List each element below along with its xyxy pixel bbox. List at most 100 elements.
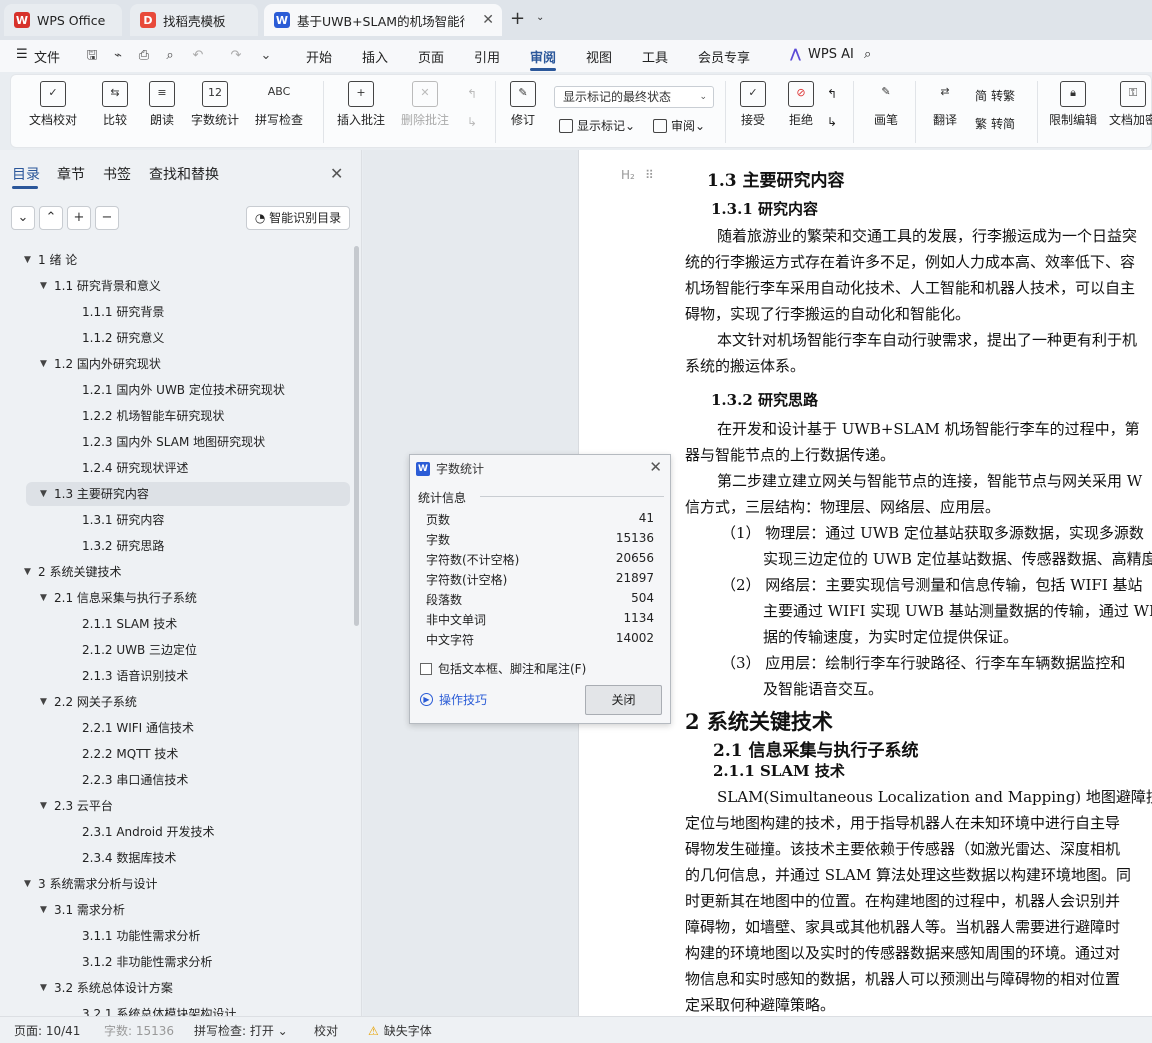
toc-item[interactable]: ▼ 1 绪 论 [24, 248, 350, 272]
remove-heading-button[interactable]: − [95, 206, 119, 230]
toc-item[interactable]: 3.1.1 功能性需求分析 [26, 924, 350, 948]
word-count-button[interactable]: 12 字数统计 [189, 81, 241, 128]
toc-item[interactable]: 1.2.4 研究现状评述 [26, 456, 350, 480]
toc-item[interactable]: ▼ 3 系统需求分析与设计 [24, 872, 350, 896]
insert-comment-button[interactable]: + 插入批注 [335, 81, 387, 128]
encrypt-button[interactable]: ⚿ 文档加密 [1107, 81, 1152, 128]
share-icon[interactable]: ⌁ [110, 48, 126, 64]
toc-item[interactable]: 2.1.1 SLAM 技术 [26, 612, 350, 636]
menu-member[interactable]: 会员专享 [698, 47, 750, 66]
expand-triangle-icon[interactable]: ▼ [24, 248, 31, 272]
hamburger-icon[interactable]: ☰ [16, 47, 28, 62]
menu-file[interactable]: 文件 [34, 47, 60, 66]
undo-icon[interactable]: ↶ [190, 48, 206, 64]
tab-sections[interactable]: 章节 [57, 164, 85, 184]
tab-find-replace[interactable]: 查找和替换 [149, 164, 219, 184]
expand-triangle-icon[interactable]: ▼ [40, 976, 47, 1000]
close-dialog-button[interactable]: 关闭 [585, 685, 662, 715]
include-textbox-checkbox[interactable]: 包括文本框、脚注和尾注(F) [420, 660, 586, 677]
save-icon[interactable]: 🖫 [84, 48, 100, 64]
tab-bookmarks[interactable]: 书签 [103, 164, 131, 184]
delete-comment-button[interactable]: ✕ 删除批注 [395, 81, 455, 128]
close-icon[interactable]: ✕ [649, 458, 662, 476]
proofread-button[interactable]: ✓ 文档校对 [25, 81, 81, 128]
prev-change-icon[interactable]: ↰ [827, 87, 837, 101]
reject-button[interactable]: ⊘ 拒绝 [783, 81, 819, 128]
search-icon[interactable]: ⌕ [864, 47, 871, 62]
collapse-all-button[interactable]: ⌄ [11, 206, 35, 230]
translate-button[interactable]: ⇄ 翻译 [925, 81, 965, 128]
add-heading-button[interactable]: + [67, 206, 91, 230]
toc-item[interactable]: 1.2.3 国内外 SLAM 地图研究现状 [26, 430, 350, 454]
toc-item[interactable]: ▼ 2.3 云平台 [26, 794, 350, 818]
menu-wps-ai[interactable]: WPS AI [808, 47, 854, 62]
expand-triangle-icon[interactable]: ▼ [40, 274, 47, 298]
menu-review[interactable]: 审阅 [530, 47, 556, 66]
compare-button[interactable]: ⇆ 比较 [95, 81, 135, 128]
print-preview-icon[interactable]: ⌕ [162, 48, 178, 64]
menu-page[interactable]: 页面 [418, 47, 444, 66]
read-aloud-button[interactable]: ≡ 朗读 [147, 81, 177, 128]
toc-item[interactable]: 2.1.2 UWB 三边定位 [26, 638, 350, 662]
redo-icon[interactable]: ↷ [228, 48, 244, 64]
toc-item[interactable]: 2.2.1 WIFI 通信技术 [26, 716, 350, 740]
menu-tools[interactable]: 工具 [642, 47, 668, 66]
menu-insert[interactable]: 插入 [362, 47, 388, 66]
toc-item[interactable]: 2.1.3 语音识别技术 [26, 664, 350, 688]
missing-font-status[interactable]: ⚠ 缺失字体 [368, 1022, 432, 1039]
toc-item[interactable]: 1.2.1 国内外 UWB 定位技术研究现状 [26, 378, 350, 402]
restrict-edit-button[interactable]: 🔒︎ 限制编辑 [1047, 81, 1099, 128]
drag-handle-icon[interactable]: ⠿ [645, 168, 654, 182]
expand-triangle-icon[interactable]: ▼ [40, 482, 47, 506]
expand-triangle-icon[interactable]: ▼ [40, 586, 47, 610]
toc-item[interactable]: 2.3.1 Android 开发技术 [26, 820, 350, 844]
expand-triangle-icon[interactable]: ▼ [40, 794, 47, 818]
toc-item[interactable]: ▼ 1.1 研究背景和意义 [26, 274, 350, 298]
markup-display-select[interactable]: 显示标记的最终状态 ⌄ [554, 86, 714, 108]
toc-item[interactable]: 3.1.2 非功能性需求分析 [26, 950, 350, 974]
spell-check-button[interactable]: ABC 拼写检查 [249, 81, 309, 128]
tab-document[interactable]: W 基于UWB+SLAM的机场智能行 ✕ [264, 4, 502, 36]
show-markup-button[interactable]: 显示标记 ⌄ [559, 117, 635, 134]
toc-item[interactable]: ▼ 2.2 网关子系统 [26, 690, 350, 714]
toc-item[interactable]: 2.2.2 MQTT 技术 [26, 742, 350, 766]
menu-reference[interactable]: 引用 [474, 47, 500, 66]
to-traditional-button[interactable]: 简转繁 [975, 87, 1015, 104]
chevron-down-icon[interactable]: ⌄ [536, 12, 544, 23]
spell-check-status[interactable]: 拼写检查: 打开 ⌄ [194, 1022, 288, 1039]
print-icon[interactable]: ⎙ [136, 48, 152, 64]
toc-item[interactable]: ▼ 3.2 系统总体设计方案 [26, 976, 350, 1000]
smart-toc-button[interactable]: ◔ 智能识别目录 [246, 206, 350, 230]
to-simplified-button[interactable]: 繁转简 [975, 115, 1015, 132]
word-count-indicator[interactable]: 字数: 15136 [104, 1022, 174, 1039]
expand-triangle-icon[interactable]: ▼ [40, 352, 47, 376]
toc-item[interactable]: ▼ 2.1 信息采集与执行子系统 [26, 586, 350, 610]
prev-comment-icon[interactable]: ↰ [467, 87, 477, 101]
next-comment-icon[interactable]: ↳ [467, 115, 477, 129]
toc-item[interactable]: 2.2.3 串口通信技术 [26, 768, 350, 792]
toc-item[interactable]: 1.1.2 研究意义 [26, 326, 350, 350]
checkbox-box[interactable] [420, 662, 432, 675]
toc-item[interactable]: ▼ 1.3 主要研究内容 [26, 482, 350, 506]
expand-triangle-icon[interactable]: ▼ [24, 872, 31, 896]
new-tab-icon[interactable]: + [510, 8, 525, 29]
close-icon[interactable]: ✕ [330, 164, 343, 183]
scrollbar[interactable] [354, 246, 359, 626]
menu-view[interactable]: 视图 [586, 47, 612, 66]
toc-item[interactable]: 1.1.1 研究背景 [26, 300, 350, 324]
toc-item[interactable]: 1.3.2 研究思路 [26, 534, 350, 558]
accept-button[interactable]: ✓ 接受 [735, 81, 771, 128]
toc-item[interactable]: ▼ 1.2 国内外研究现状 [26, 352, 350, 376]
menu-start[interactable]: 开始 [306, 47, 332, 66]
close-icon[interactable]: ✕ [482, 12, 494, 28]
revise-button[interactable]: ✎ 修订 [505, 81, 541, 128]
tab-templates[interactable]: D 找稻壳模板 [130, 4, 258, 36]
proof-status[interactable]: 校对 [314, 1022, 338, 1039]
wps-ai-icon[interactable]: ⋀ [790, 47, 801, 62]
next-change-icon[interactable]: ↳ [827, 115, 837, 129]
toc-item[interactable]: 3.2.1 系统总体模块架构设计 [26, 1002, 350, 1016]
expand-triangle-icon[interactable]: ▼ [40, 898, 47, 922]
expand-triangle-icon[interactable]: ▼ [24, 560, 31, 584]
toc-item[interactable]: 1.3.1 研究内容 [26, 508, 350, 532]
page-indicator[interactable]: 页面: 10/41 [14, 1022, 80, 1039]
